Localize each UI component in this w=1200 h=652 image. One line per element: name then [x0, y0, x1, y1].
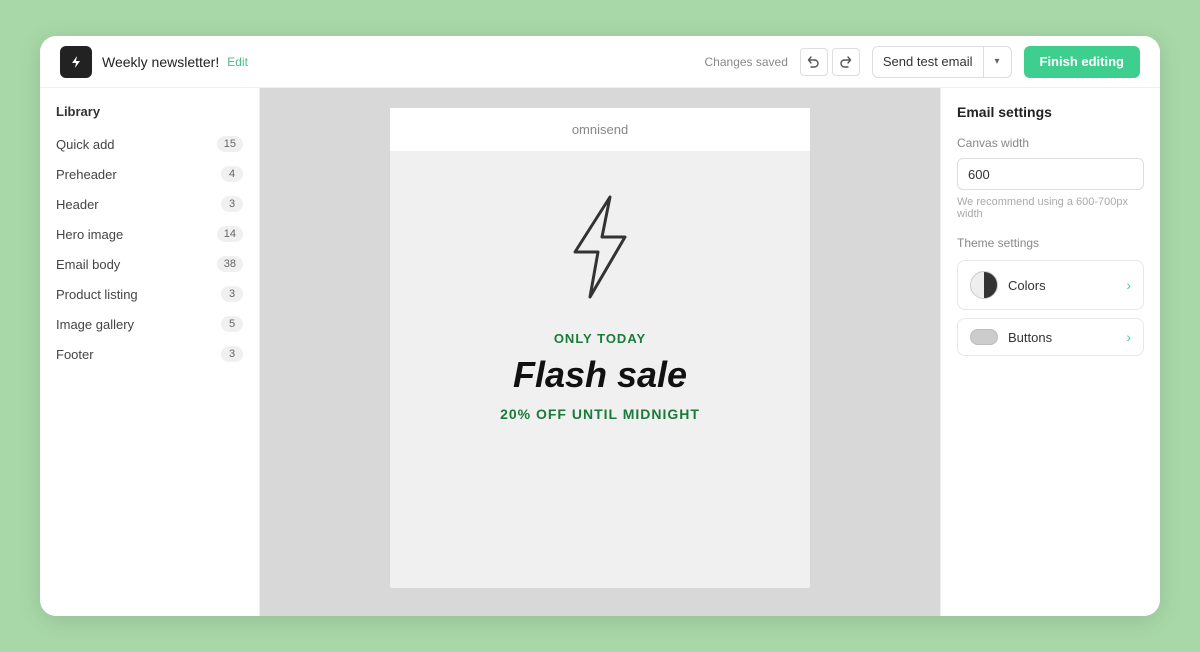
canvas-width-hint: We recommend using a 600-700px width	[957, 196, 1144, 220]
sidebar-item-label: Footer	[56, 347, 94, 362]
sidebar-item-label: Product listing	[56, 287, 138, 302]
sidebar-item-header[interactable]: Header 3	[40, 189, 259, 219]
sidebar-item-label: Email body	[56, 257, 120, 272]
email-discount: 20% OFF UNTIL MIDNIGHT	[500, 406, 700, 422]
sidebar-item-count: 15	[217, 136, 243, 152]
sidebar-item-preheader[interactable]: Preheader 4	[40, 159, 259, 189]
theme-item-arrow-icon: ›	[1126, 277, 1131, 293]
email-hero: ONLY TODAY Flash sale 20% OFF UNTIL MIDN…	[390, 152, 810, 452]
sidebar-item-count: 3	[221, 346, 243, 362]
canvas-width-input[interactable]	[957, 158, 1144, 190]
logo-icon	[60, 46, 92, 78]
canvas-width-label: Canvas width	[957, 136, 1144, 150]
undo-redo-group	[800, 48, 860, 76]
canvas-area[interactable]: omnisend ONLY TODAY Flash sale 20% OFF U…	[260, 88, 940, 616]
email-canvas: omnisend ONLY TODAY Flash sale 20% OFF U…	[390, 108, 810, 588]
edit-button[interactable]: Edit	[227, 55, 248, 69]
email-brand: omnisend	[390, 108, 810, 152]
sidebar-item-label: Image gallery	[56, 317, 134, 332]
finish-editing-button[interactable]: Finish editing	[1024, 46, 1141, 78]
right-panel: Email settings Canvas width We recommend…	[940, 88, 1160, 616]
sidebar-item-label: Header	[56, 197, 99, 212]
sidebar-item-count: 4	[221, 166, 243, 182]
sidebar-item-label: Quick add	[56, 137, 115, 152]
header-actions: Changes saved Send test email ▾ Finish e…	[705, 46, 1141, 78]
sidebar-item-hero-image[interactable]: Hero image 14	[40, 219, 259, 249]
sidebar-title: Library	[40, 104, 259, 129]
buttons-icon	[970, 329, 998, 345]
theme-item-name: Buttons	[1008, 330, 1052, 345]
theme-item-left: Colors	[970, 271, 1046, 299]
undo-button[interactable]	[800, 48, 828, 76]
sidebar-item-count: 14	[217, 226, 243, 242]
sidebar-item-label: Preheader	[56, 167, 117, 182]
theme-item-buttons[interactable]: Buttons ›	[957, 318, 1144, 356]
sidebar-item-email-body[interactable]: Email body 38	[40, 249, 259, 279]
theme-settings-label: Theme settings	[957, 236, 1144, 250]
send-test-label: Send test email	[873, 54, 983, 69]
send-test-button[interactable]: Send test email ▾	[872, 46, 1012, 78]
sidebar-item-count: 3	[221, 286, 243, 302]
sidebar-item-count: 38	[217, 256, 243, 272]
sidebar-item-label: Hero image	[56, 227, 123, 242]
header: Weekly newsletter! Edit Changes saved Se…	[40, 36, 1160, 88]
email-settings-title: Email settings	[957, 104, 1144, 120]
send-test-dropdown-icon[interactable]: ▾	[983, 47, 1011, 77]
theme-item-name: Colors	[1008, 278, 1046, 293]
sidebar-item-quick-add[interactable]: Quick add 15	[40, 129, 259, 159]
theme-item-arrow-icon: ›	[1126, 329, 1131, 345]
sidebar-item-count: 5	[221, 316, 243, 332]
app-container: Weekly newsletter! Edit Changes saved Se…	[40, 36, 1160, 616]
sidebar: Library Quick add 15 Preheader 4 Header 3 Hero…	[40, 88, 260, 616]
email-flash-sale: Flash sale	[513, 354, 687, 396]
changes-saved-status: Changes saved	[705, 55, 788, 69]
lightning-icon	[560, 192, 640, 307]
theme-item-colors[interactable]: Colors ›	[957, 260, 1144, 310]
sidebar-item-product-listing[interactable]: Product listing 3	[40, 279, 259, 309]
colors-icon	[970, 271, 998, 299]
body-area: Library Quick add 15 Preheader 4 Header 3 Hero…	[40, 88, 1160, 616]
theme-item-left: Buttons	[970, 329, 1052, 345]
sidebar-item-footer[interactable]: Footer 3	[40, 339, 259, 369]
redo-button[interactable]	[832, 48, 860, 76]
sidebar-item-image-gallery[interactable]: Image gallery 5	[40, 309, 259, 339]
sidebar-item-count: 3	[221, 196, 243, 212]
page-title: Weekly newsletter!	[102, 54, 219, 70]
email-only-today: ONLY TODAY	[554, 331, 646, 346]
